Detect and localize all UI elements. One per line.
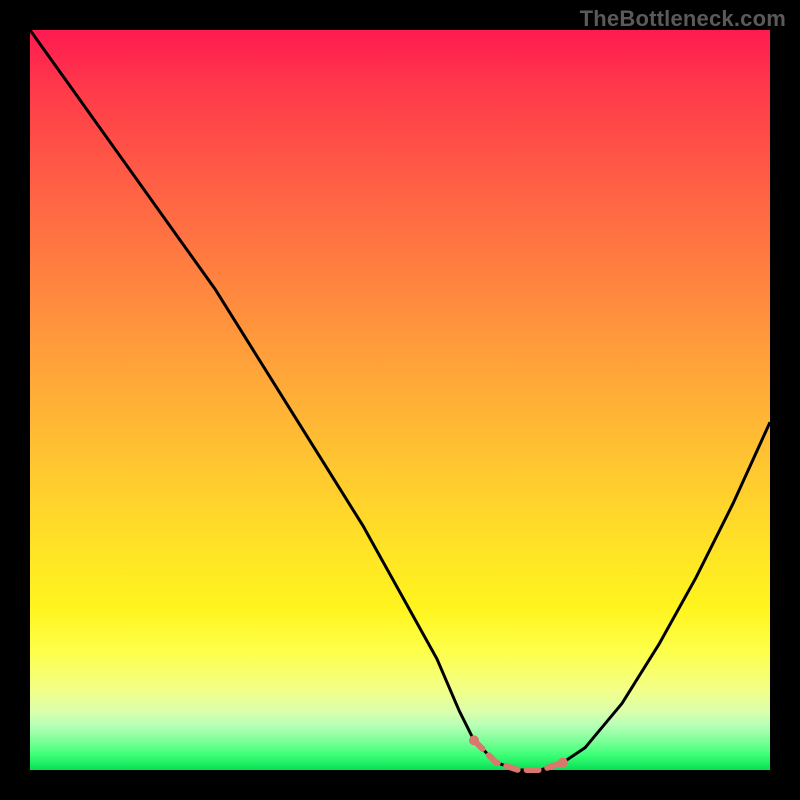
optimal-range-dash xyxy=(474,740,563,770)
optimal-range-start-dot xyxy=(469,735,479,745)
watermark-text: TheBottleneck.com xyxy=(580,6,786,32)
chart-stage: TheBottleneck.com xyxy=(0,0,800,800)
plot-area xyxy=(30,30,770,770)
bottleneck-curve xyxy=(30,30,770,770)
curve-layer xyxy=(30,30,770,770)
optimal-range-end-dot xyxy=(558,758,568,768)
